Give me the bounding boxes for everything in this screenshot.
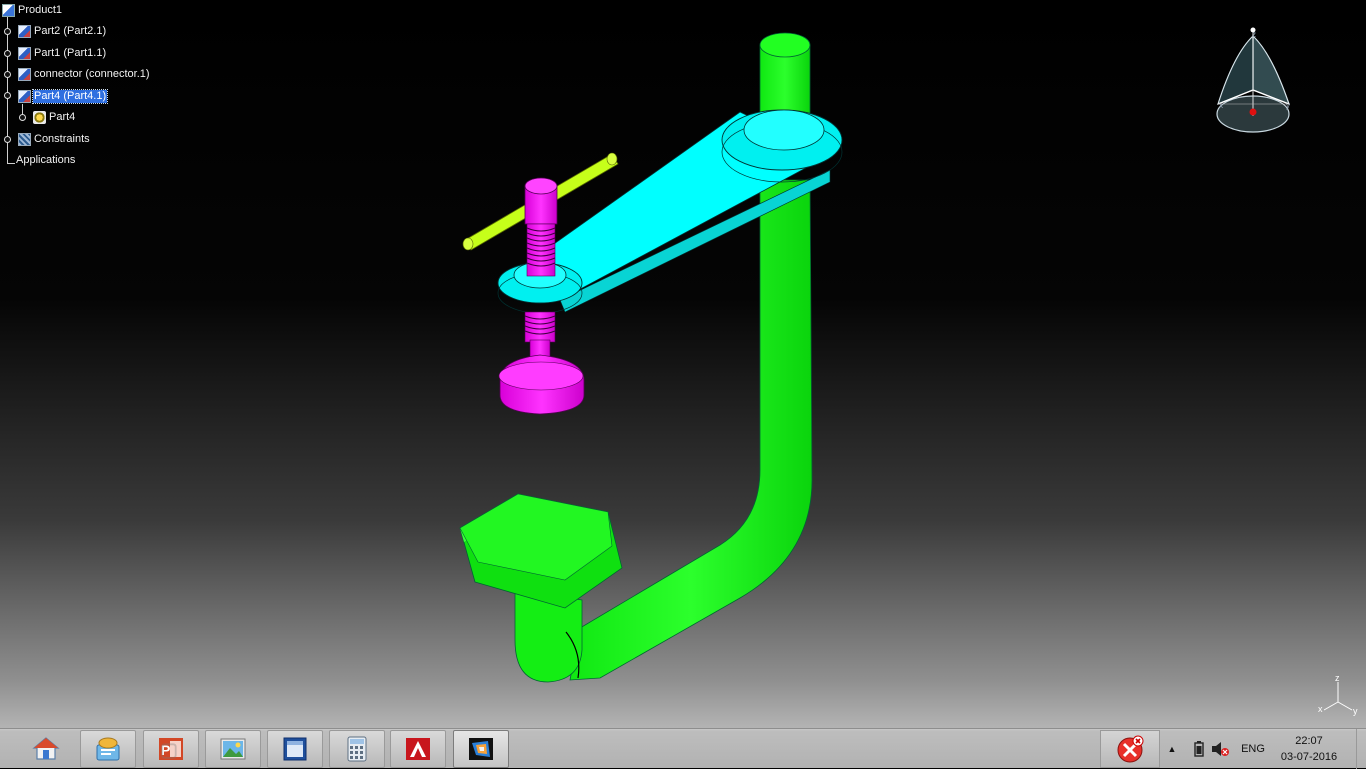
product-icon bbox=[2, 3, 15, 17]
expand-toggle[interactable] bbox=[4, 136, 11, 143]
taskbar-app-calculator[interactable] bbox=[329, 730, 385, 768]
taskbar-app-autocad[interactable] bbox=[390, 730, 446, 768]
axis-triad-widget: z x y bbox=[1318, 673, 1358, 716]
tree-item-constraints[interactable]: Constraints bbox=[18, 131, 91, 147]
tree-item-part4[interactable]: Part4 bbox=[33, 109, 76, 125]
speaker-muted-icon bbox=[1212, 742, 1229, 756]
part-icon bbox=[18, 89, 31, 103]
browser-icon bbox=[96, 737, 120, 761]
clock-time: 22:07 bbox=[1295, 735, 1323, 747]
battery-tray-button[interactable] bbox=[1192, 729, 1206, 769]
collapse-toggle[interactable] bbox=[4, 92, 11, 99]
tree-item-product1[interactable]: Product1 bbox=[2, 2, 63, 18]
windows-taskbar: P ▢ ▲ ENG 22:07 03-07-2016 bbox=[0, 728, 1366, 769]
tree-item-part2[interactable]: Part2 (Part2.1) bbox=[18, 23, 107, 39]
taskbar-app-photos[interactable] bbox=[205, 730, 261, 768]
language-indicator[interactable]: ENG bbox=[1236, 729, 1270, 769]
tree-connector-line bbox=[7, 163, 15, 164]
tree-item-label: Product1 bbox=[18, 3, 63, 16]
triad-x-label: x bbox=[1318, 704, 1323, 714]
watermark: ▢ bbox=[160, 740, 178, 761]
clock[interactable]: 22:07 03-07-2016 bbox=[1274, 733, 1344, 765]
specification-tree: Product1 Part2 (Part2.1) Part1 (Part1.1)… bbox=[0, 0, 260, 175]
window-icon bbox=[283, 737, 307, 761]
clock-date: 03-07-2016 bbox=[1280, 751, 1338, 763]
taskbar-app-home[interactable] bbox=[18, 730, 74, 768]
error-x-icon bbox=[1117, 735, 1144, 763]
chevron-up-icon: ▲ bbox=[1167, 744, 1177, 754]
c-clamp-3d-model[interactable] bbox=[440, 20, 880, 700]
expand-toggle[interactable] bbox=[4, 71, 11, 78]
tree-item-connector[interactable]: connector (connector.1) bbox=[18, 66, 151, 82]
show-hidden-icons-button[interactable]: ▲ bbox=[1164, 729, 1180, 769]
tree-item-label: Part2 (Part2.1) bbox=[34, 24, 107, 37]
constraints-icon bbox=[18, 132, 31, 146]
compass-widget[interactable]: z x y bbox=[1210, 24, 1300, 136]
part-body-icon bbox=[33, 110, 46, 124]
expand-toggle[interactable] bbox=[4, 28, 11, 35]
tree-item-part1[interactable]: Part1 (Part1.1) bbox=[18, 45, 107, 61]
calculator-icon bbox=[347, 736, 367, 762]
triad-y-label: y bbox=[1353, 706, 1358, 716]
tree-item-label: Constraints bbox=[34, 132, 90, 145]
part-icon bbox=[18, 24, 31, 38]
tree-item-label: Part4 (Part4.1) bbox=[31, 88, 109, 104]
expand-toggle[interactable] bbox=[19, 114, 26, 121]
tree-item-label: Applications bbox=[16, 153, 76, 166]
catia-icon bbox=[469, 738, 493, 760]
part-icon bbox=[18, 67, 31, 81]
triad-z-label: z bbox=[1335, 673, 1340, 683]
autocad-icon bbox=[406, 738, 430, 760]
tree-item-label: connector (connector.1) bbox=[34, 67, 150, 80]
expand-toggle[interactable] bbox=[4, 50, 11, 57]
taskbar-app-window[interactable] bbox=[267, 730, 323, 768]
tree-item-applications[interactable]: Applications bbox=[15, 152, 76, 168]
compass-z-label: z bbox=[1252, 30, 1256, 39]
tree-item-part4-instance[interactable]: Part4 (Part4.1) bbox=[18, 88, 109, 104]
part-icon bbox=[18, 46, 31, 60]
volume-tray-button[interactable] bbox=[1211, 729, 1229, 769]
show-desktop-button[interactable] bbox=[1356, 729, 1366, 769]
compass-y-label: y bbox=[1286, 101, 1290, 110]
battery-icon bbox=[1194, 741, 1204, 757]
home-icon bbox=[32, 737, 60, 760]
photo-icon bbox=[220, 738, 246, 760]
taskbar-app-error-notifier[interactable] bbox=[1100, 730, 1160, 768]
compass-x-label: x bbox=[1219, 101, 1223, 110]
taskbar-app-browser[interactable] bbox=[80, 730, 136, 768]
taskbar-app-catia[interactable] bbox=[453, 730, 509, 768]
language-label: ENG bbox=[1241, 743, 1265, 755]
tree-item-label: Part1 (Part1.1) bbox=[34, 46, 107, 59]
compass-origin[interactable] bbox=[1249, 108, 1257, 116]
tree-item-label: Part4 bbox=[49, 110, 76, 123]
